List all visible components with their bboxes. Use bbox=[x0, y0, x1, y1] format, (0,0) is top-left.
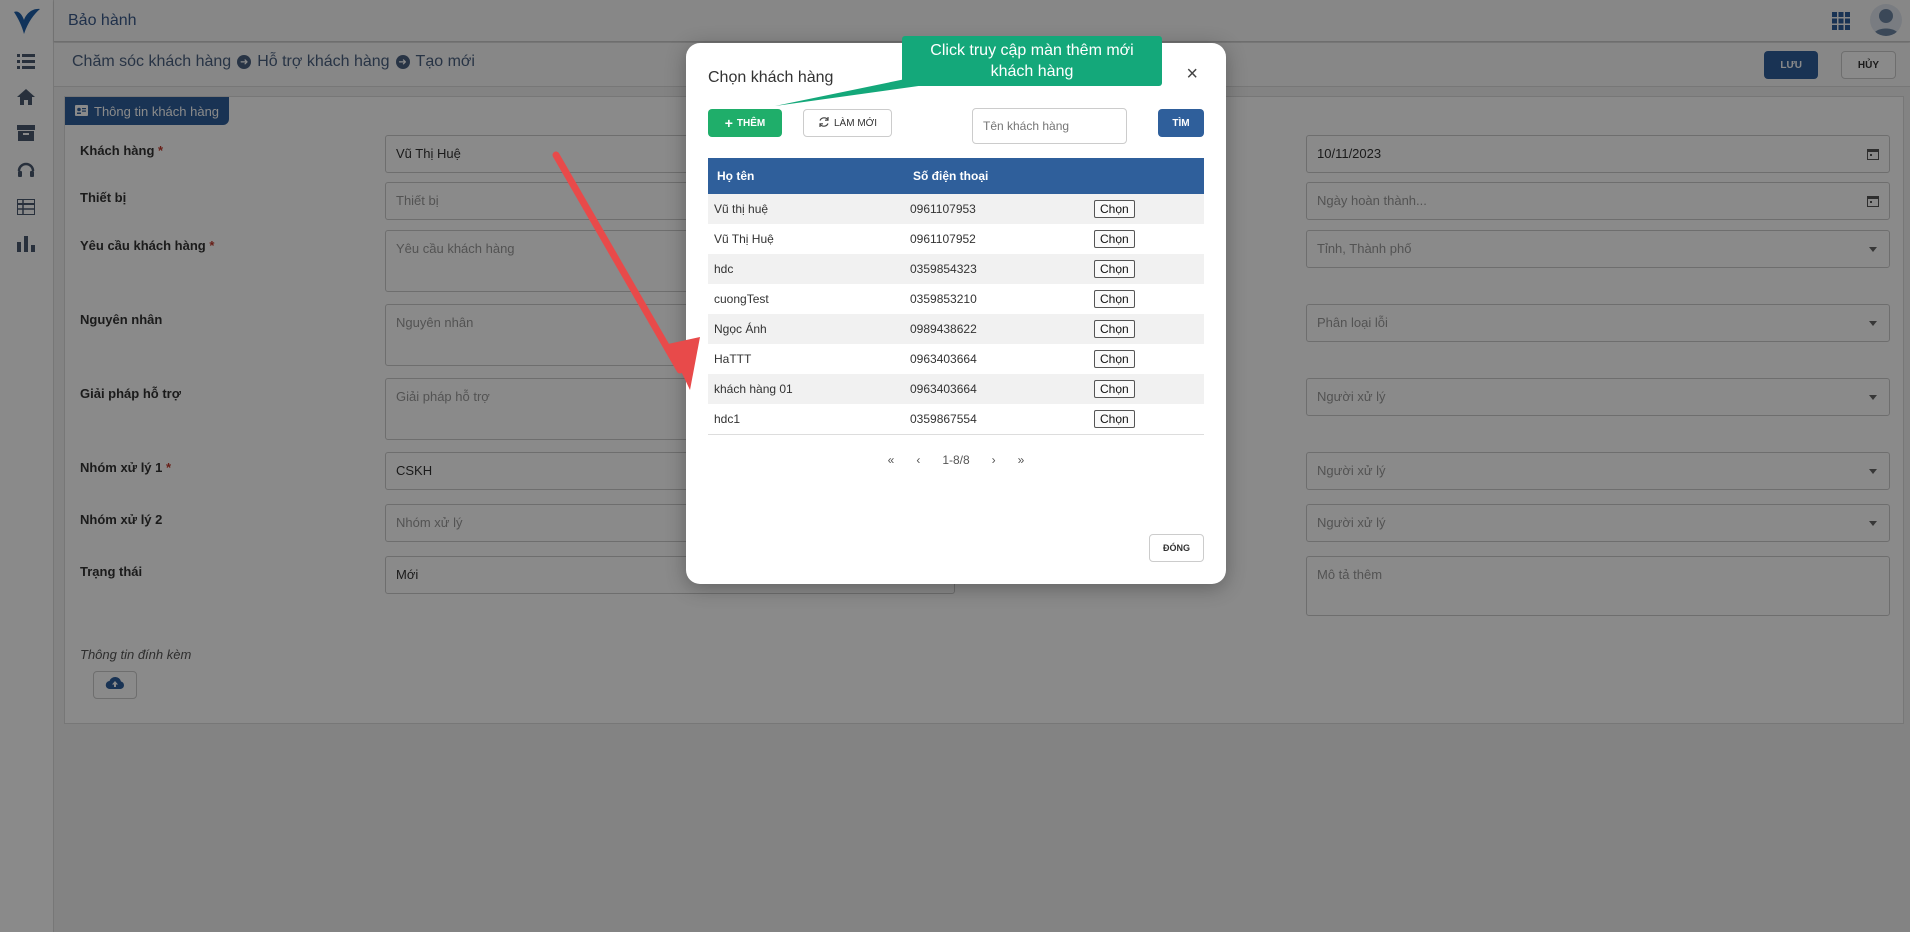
customer-phone: 0359867554 bbox=[904, 404, 1084, 435]
select-button[interactable]: Chọn bbox=[1094, 260, 1135, 278]
customer-phone: 0989438622 bbox=[904, 314, 1084, 344]
pagination: « ‹ 1-8/8 › » bbox=[686, 453, 1226, 467]
prev-page-icon[interactable]: ‹ bbox=[916, 453, 920, 467]
select-button[interactable]: Chọn bbox=[1094, 350, 1135, 368]
table-row: hdc 0359854323 Chọn bbox=[708, 254, 1204, 284]
table-header-row: Họ tên Số điện thoại bbox=[708, 158, 1204, 194]
table-row: hdc1 0359867554 Chọn bbox=[708, 404, 1204, 435]
table-row: Ngọc Ánh 0989438622 Chọn bbox=[708, 314, 1204, 344]
customer-name: khách hàng 01 bbox=[708, 374, 904, 404]
search-button[interactable]: TÌM bbox=[1158, 109, 1204, 137]
table-row: Vũ thị huệ 0961107953 Chọn bbox=[708, 194, 1204, 224]
table-row: khách hàng 01 0963403664 Chọn bbox=[708, 374, 1204, 404]
select-button[interactable]: Chọn bbox=[1094, 290, 1135, 308]
next-page-icon[interactable]: › bbox=[992, 453, 996, 467]
last-page-icon[interactable]: » bbox=[1018, 453, 1025, 467]
customer-phone: 0359854323 bbox=[904, 254, 1084, 284]
customer-name: Vũ thị huệ bbox=[708, 194, 904, 224]
customer-name: hdc bbox=[708, 254, 904, 284]
table-row: cuongTest 0359853210 Chọn bbox=[708, 284, 1204, 314]
customer-phone: 0961107952 bbox=[904, 224, 1084, 254]
customer-phone: 0359853210 bbox=[904, 284, 1084, 314]
column-header-action bbox=[1084, 158, 1204, 194]
table-row: Vũ Thị Huệ 0961107952 Chọn bbox=[708, 224, 1204, 254]
refresh-icon bbox=[818, 116, 830, 131]
select-button[interactable]: Chọn bbox=[1094, 409, 1135, 428]
close-button[interactable]: ĐÓNG bbox=[1149, 534, 1204, 562]
select-button[interactable]: Chọn bbox=[1094, 320, 1135, 338]
modal-title: Chọn khách hàng bbox=[708, 69, 834, 86]
add-customer-button[interactable]: + THÊM bbox=[708, 109, 782, 137]
callout-tooltip: Click truy cập màn thêm mới khách hàng bbox=[902, 36, 1162, 86]
table-row: HaTTT 0963403664 Chọn bbox=[708, 344, 1204, 374]
customer-name: hdc1 bbox=[708, 404, 904, 435]
customer-name: Ngọc Ánh bbox=[708, 314, 904, 344]
customer-search-input[interactable] bbox=[972, 108, 1127, 144]
select-button[interactable]: Chọn bbox=[1094, 380, 1135, 398]
customer-phone: 0963403664 bbox=[904, 344, 1084, 374]
customer-name: Vũ Thị Huệ bbox=[708, 224, 904, 254]
select-button[interactable]: Chọn bbox=[1094, 200, 1135, 218]
refresh-button[interactable]: LÀM MỚI bbox=[803, 109, 892, 137]
select-customer-modal: Chọn khách hàng × + THÊM LÀM MỚI TÌM Họ … bbox=[686, 43, 1226, 584]
page-info: 1-8/8 bbox=[942, 453, 970, 467]
select-button[interactable]: Chọn bbox=[1094, 230, 1135, 248]
customer-table: Họ tên Số điện thoại Vũ thị huệ 09611079… bbox=[708, 158, 1204, 435]
column-header-phone: Số điện thoại bbox=[904, 158, 1084, 194]
column-header-name: Họ tên bbox=[708, 158, 904, 194]
customer-name: cuongTest bbox=[708, 284, 904, 314]
customer-phone: 0963403664 bbox=[904, 374, 1084, 404]
customer-name: HaTTT bbox=[708, 344, 904, 374]
customer-phone: 0961107953 bbox=[904, 194, 1084, 224]
first-page-icon[interactable]: « bbox=[888, 453, 895, 467]
plus-icon: + bbox=[724, 115, 733, 131]
close-icon[interactable]: × bbox=[1186, 63, 1198, 86]
